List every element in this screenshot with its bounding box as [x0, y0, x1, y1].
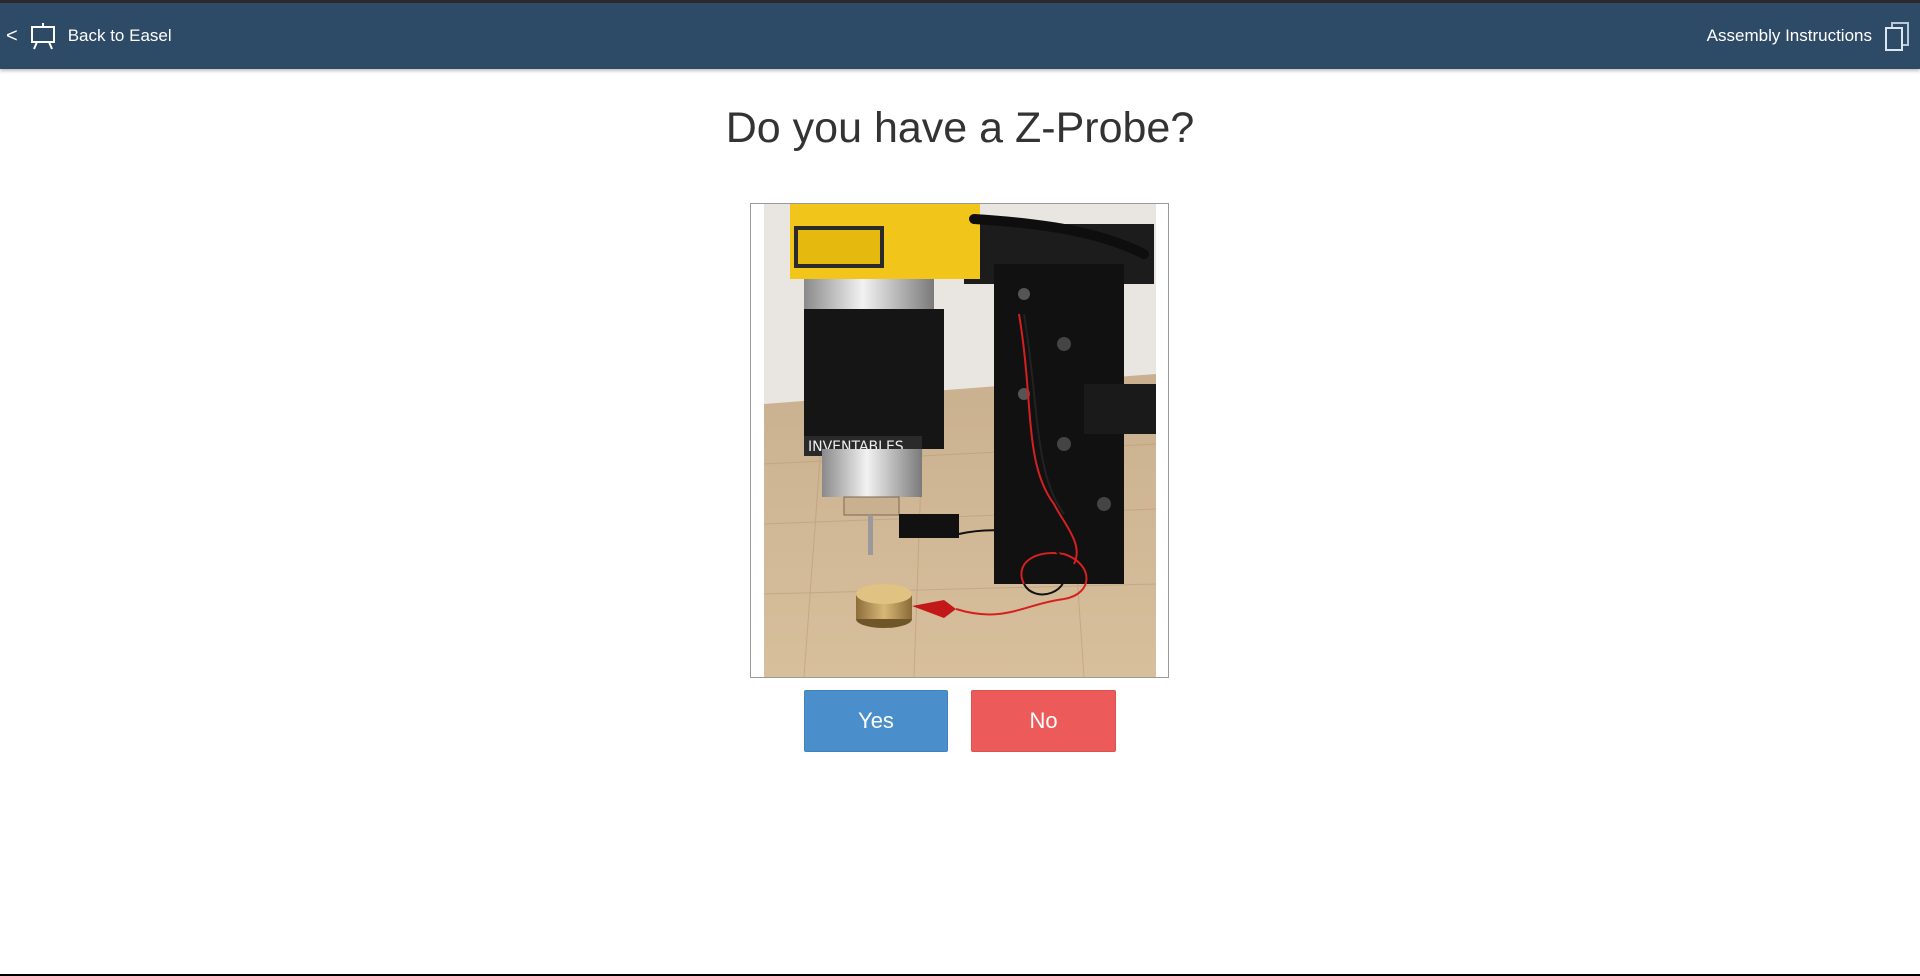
back-to-easel-link[interactable]: < Back to Easel	[6, 3, 172, 69]
easel-icon	[28, 21, 58, 51]
documents-icon	[1882, 20, 1912, 52]
chevron-left-icon: <	[6, 25, 18, 47]
assembly-instructions-label: Assembly Instructions	[1706, 26, 1872, 45]
z-probe-photo: INVENTABLES	[764, 204, 1156, 677]
assembly-instructions-link[interactable]: Assembly Instructions	[1707, 3, 1912, 69]
back-to-easel-label: Back to Easel	[67, 26, 172, 45]
top-nav-bar: < Back to Easel Assembly Instructions	[0, 3, 1920, 69]
z-probe-photo-frame: INVENTABLES	[750, 203, 1169, 678]
no-button[interactable]: No	[971, 690, 1116, 752]
page-title: Do you have a Z-Probe?	[725, 104, 1195, 152]
yes-button[interactable]: Yes	[804, 690, 948, 752]
